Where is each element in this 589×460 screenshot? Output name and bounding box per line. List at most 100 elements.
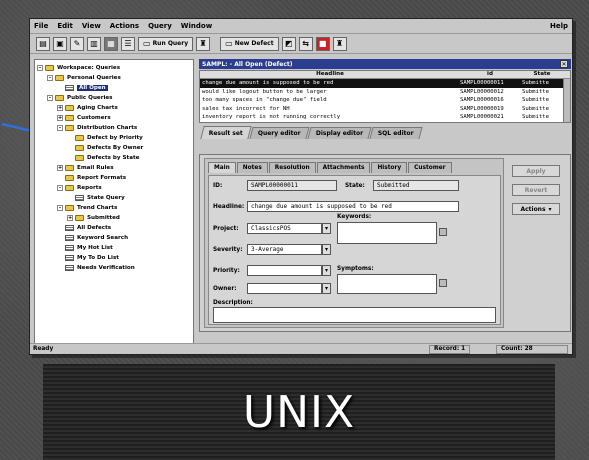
navigate-button[interactable]: ⇆	[298, 36, 313, 51]
owner-dropdown-icon[interactable]: ▾	[322, 283, 331, 294]
menu-file[interactable]: File	[34, 22, 48, 30]
table-row[interactable]: would like logout button to be larger SAM…	[200, 88, 570, 97]
column-headline[interactable]: Headline	[200, 71, 458, 78]
menu-view[interactable]: View	[82, 22, 101, 30]
grid-rows: change due amount is supposed to be red S…	[200, 79, 570, 122]
tree-item[interactable]: - Trend Charts	[37, 203, 191, 213]
owner-field[interactable]	[247, 283, 322, 294]
subtab-notes[interactable]: Notes	[236, 162, 268, 173]
folder-icon	[55, 75, 64, 81]
priority-field[interactable]	[247, 265, 322, 276]
severity-field[interactable]: 3-Average	[247, 244, 322, 255]
subtab-history[interactable]: History	[371, 162, 408, 173]
chart-button[interactable]: ▦	[104, 36, 118, 51]
find-button[interactable]: ♜	[196, 36, 211, 51]
subtab-attachments[interactable]: Attachments	[316, 162, 371, 173]
query-icon	[65, 245, 74, 251]
save-button[interactable]: ▣	[53, 36, 67, 51]
column-state[interactable]: State	[520, 71, 562, 78]
tree-item[interactable]: All Defects	[37, 223, 191, 233]
tree-item[interactable]: - Distribution Charts	[37, 123, 191, 133]
find-icon: ♜	[199, 38, 207, 48]
folder-icon	[65, 125, 74, 131]
run-query-button[interactable]: ▭ Run Query	[138, 36, 194, 51]
severity-dropdown-icon[interactable]: ▾	[322, 244, 331, 255]
id-field: SAMPL00000011	[247, 180, 337, 191]
collapse-icon[interactable]: -	[47, 95, 53, 101]
tree-item[interactable]: Needs Verification	[37, 263, 191, 273]
report-button[interactable]: ☰	[121, 36, 135, 51]
properties-button[interactable]: ▥	[87, 36, 101, 51]
cell-state: Submitte	[522, 88, 549, 95]
table-row[interactable]: too many spaces in "change due" field SAM…	[200, 96, 570, 105]
menu-edit[interactable]: Edit	[57, 22, 73, 30]
headline-field[interactable]: change due amount is supposed to be red	[247, 201, 459, 212]
actions-button[interactable]: Actions ▾	[512, 203, 560, 215]
tree-item[interactable]: - Reports	[37, 183, 191, 193]
new-query-button[interactable]: ▤	[36, 36, 50, 51]
close-icon[interactable]: ✕	[560, 60, 568, 68]
table-row[interactable]: inventory report is not running correctl…	[200, 113, 570, 122]
expand-icon[interactable]: +	[67, 215, 73, 221]
revert-button[interactable]: Revert	[512, 184, 560, 196]
priority-dropdown-icon[interactable]: ▾	[322, 265, 331, 276]
stop-button[interactable]: ■	[315, 36, 330, 51]
tree-item[interactable]: Keyword Search	[37, 233, 191, 243]
expand-icon[interactable]: +	[57, 165, 63, 171]
tree-item[interactable]: My Hot List	[37, 243, 191, 253]
tab-display-editor[interactable]: Display editor	[307, 127, 372, 139]
menu-window[interactable]: Window	[181, 22, 212, 30]
collapse-icon[interactable]: -	[47, 75, 53, 81]
grid-scrollbar[interactable]	[563, 79, 570, 122]
project-dropdown-icon[interactable]: ▾	[322, 223, 331, 234]
help-button[interactable]: ♜	[332, 36, 347, 51]
tree-item[interactable]: + Aging Charts	[37, 103, 191, 113]
keywords-edit-icon[interactable]	[439, 228, 447, 236]
new-defect-button[interactable]: ▭ New Defect	[220, 36, 279, 51]
collapse-icon[interactable]: -	[57, 125, 63, 131]
subtab-resolution[interactable]: Resolution	[268, 162, 316, 173]
symptoms-list[interactable]	[337, 274, 437, 294]
description-field[interactable]	[213, 307, 496, 323]
tree-item-label: Workspace: Queries	[57, 65, 121, 71]
cell-headline: sales tax incorrect for NH	[202, 105, 290, 112]
tree-item[interactable]: Defects by State	[37, 153, 191, 163]
tab-query-editor[interactable]: Query editor	[249, 127, 310, 139]
expand-icon[interactable]: +	[57, 115, 63, 121]
tree-item[interactable]: State Query	[37, 193, 191, 203]
menu-actions[interactable]: Actions	[110, 22, 139, 30]
tree-item[interactable]: All Open	[37, 83, 191, 93]
table-row[interactable]: sales tax incorrect for NH SAMPL00000019 S…	[200, 105, 570, 114]
tree-item[interactable]: + Email Rules	[37, 163, 191, 173]
collapse-icon[interactable]: -	[57, 185, 63, 191]
edit-query-button[interactable]: ✎	[70, 36, 84, 51]
cell-headline: inventory report is not running correctl…	[202, 114, 341, 121]
severity-label: Severity:	[213, 247, 243, 253]
keywords-list[interactable]	[337, 222, 437, 244]
table-row[interactable]: change due amount is supposed to be red S…	[200, 79, 570, 88]
project-field[interactable]: ClassicsPOS	[247, 223, 322, 234]
menu-help[interactable]: Help	[550, 22, 568, 30]
tree-item[interactable]: + Customers	[37, 113, 191, 123]
tree-item[interactable]: My To Do List	[37, 253, 191, 263]
apply-button[interactable]: Apply	[512, 165, 560, 177]
subtab-main[interactable]: Main	[208, 162, 236, 173]
tab-result-set[interactable]: Result set	[200, 126, 252, 139]
subtab-customer[interactable]: Customer	[408, 162, 452, 173]
cell-headline: change due amount is supposed to be red	[202, 80, 334, 87]
tree-item[interactable]: - Public Queries	[37, 93, 191, 103]
modify-button[interactable]: ◩	[281, 36, 296, 51]
tree-item[interactable]: Defect by Priority	[37, 133, 191, 143]
tree-item[interactable]: + Submitted	[37, 213, 191, 223]
tree-item[interactable]: - Personal Queries	[37, 73, 191, 83]
collapse-icon[interactable]: -	[57, 205, 63, 211]
expand-icon[interactable]: +	[57, 105, 63, 111]
collapse-icon[interactable]: -	[37, 65, 43, 71]
column-id[interactable]: id	[458, 71, 520, 78]
menu-query[interactable]: Query	[148, 22, 172, 30]
symptoms-edit-icon[interactable]	[439, 279, 447, 287]
tree-item[interactable]: Report Formats	[37, 173, 191, 183]
tab-sql-editor[interactable]: SQL editor	[369, 127, 423, 139]
tree-item[interactable]: Defects By Owner	[37, 143, 191, 153]
tree-item[interactable]: - Workspace: Queries	[37, 63, 191, 73]
